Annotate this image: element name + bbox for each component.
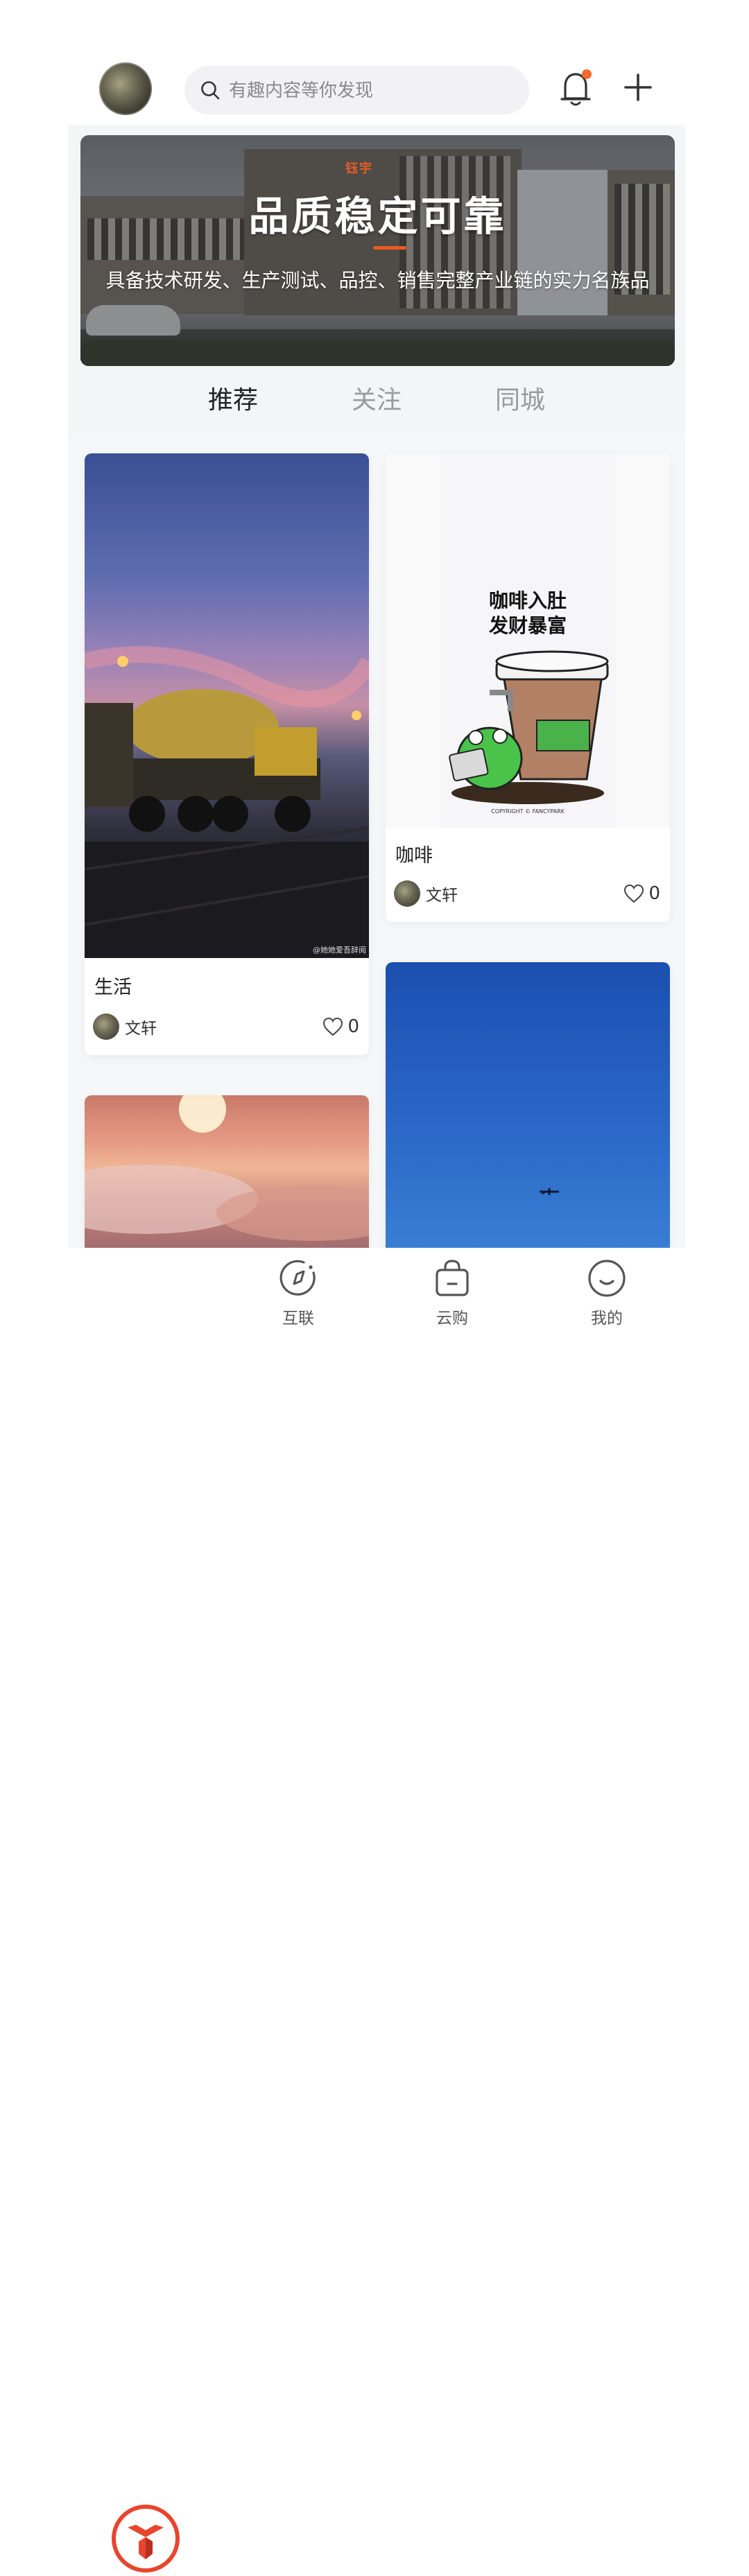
nav-label: 互联	[282, 1309, 314, 1328]
notification-dot	[582, 69, 592, 79]
feed-tabs: 推荐 关注 同城	[0, 374, 749, 430]
post-title: 咖啡	[395, 845, 433, 867]
banner-title: 品质稳定可靠	[248, 193, 507, 240]
image-watermark: @她她爱吾辞阅	[313, 946, 366, 955]
tab-follow[interactable]: 关注	[328, 374, 425, 427]
author-name: 文轩	[125, 1020, 157, 1038]
like-control[interactable]: 0	[623, 880, 660, 907]
compass-icon	[279, 1260, 316, 1296]
coffee-frog-illustration	[449, 650, 609, 804]
user-avatar[interactable]	[99, 62, 152, 115]
banner-subtitle: 具备技术研发、生产测试、品控、销售完整产业链的实力名族品	[105, 269, 650, 292]
search-bar[interactable]	[184, 66, 529, 116]
bottom-navigation: 互联 云购 我的	[0, 1248, 749, 2573]
smile-profile-icon	[588, 1260, 626, 1297]
car	[86, 305, 180, 336]
poster-copyright: COPYRIGHT © FANCYPARK	[491, 808, 565, 815]
heart-icon	[323, 1017, 343, 1036]
top-bar	[0, 0, 749, 125]
like-count: 0	[347, 1016, 359, 1037]
banner-divider	[373, 246, 406, 250]
like-count: 0	[648, 883, 660, 904]
nav-label: 云购	[436, 1309, 468, 1328]
nav-label: 我的	[591, 1309, 623, 1328]
like-control[interactable]: 0	[322, 1013, 359, 1040]
nav-home[interactable]	[111, 2504, 180, 2573]
post-card[interactable]	[85, 1095, 369, 1248]
add-plus-icon[interactable]	[621, 71, 655, 104]
banner-logo: 钰宇	[345, 162, 373, 176]
search-input[interactable]	[227, 66, 515, 116]
nav-hulian[interactable]: 互联	[243, 1248, 354, 1331]
author-avatar	[394, 880, 420, 907]
post-image: 咖啡入肚 发财暴富 COPYRIGHT © FANCYPARK	[386, 453, 670, 828]
author-avatar	[93, 1013, 119, 1040]
post-image	[85, 1095, 369, 1248]
sunset-illustration	[85, 1095, 369, 1241]
post-author[interactable]: 文轩	[93, 1013, 157, 1040]
post-image: @她她爱吾辞阅	[85, 453, 369, 958]
content-feed: @她她爱吾辞阅 生活 文轩 0 咖啡入肚 发财暴富 COPYRIGHT © FA…	[68, 435, 685, 1248]
post-title: 生活	[94, 977, 132, 998]
post-card[interactable]: 咖啡入肚 发财暴富 COPYRIGHT © FANCYPARK 咖啡 文轩 0	[386, 453, 670, 922]
hedge	[80, 340, 675, 366]
airplane-illustration	[540, 1188, 559, 1195]
heart-icon	[624, 884, 644, 903]
home-logo-icon	[112, 2505, 180, 2573]
post-author[interactable]: 文轩	[394, 880, 458, 907]
post-card[interactable]: @她她爱吾辞阅 生活 文轩 0	[85, 453, 369, 1055]
promo-banner[interactable]: 钰宇 品质稳定可靠 具备技术研发、生产测试、品控、销售完整产业链的实力名族品	[80, 135, 675, 366]
nav-profile[interactable]: 我的	[551, 1248, 662, 1331]
tab-recommend[interactable]: 推荐	[184, 374, 282, 427]
tab-local[interactable]: 同城	[472, 374, 569, 427]
author-name: 文轩	[426, 887, 458, 905]
shopping-bag-icon	[436, 1260, 469, 1296]
post-card[interactable]	[386, 962, 670, 1248]
notification-bell-icon[interactable]	[558, 68, 594, 108]
search-icon	[201, 81, 220, 100]
truck-illustration	[85, 646, 369, 958]
post-image	[386, 962, 670, 1248]
nav-yungou[interactable]: 云购	[397, 1248, 508, 1331]
